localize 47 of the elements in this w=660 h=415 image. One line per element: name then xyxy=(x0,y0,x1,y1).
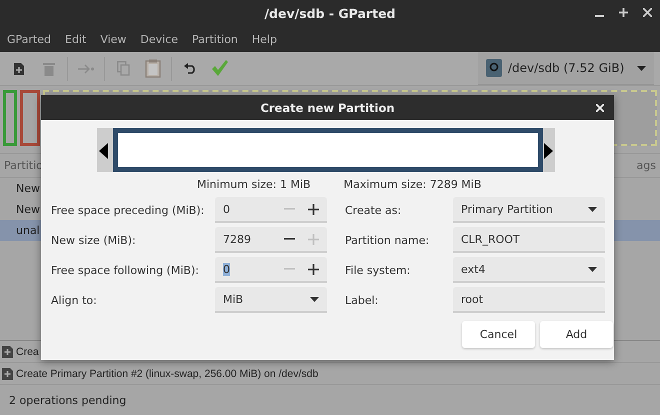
plus-icon[interactable] xyxy=(308,204,319,214)
field-label: Align to: xyxy=(51,294,98,306)
spin-field[interactable]: 7289 xyxy=(215,227,327,253)
checkmark-icon[interactable] xyxy=(211,60,229,77)
field-label: Label: xyxy=(345,294,380,306)
dropdown[interactable]: ext4 xyxy=(453,257,605,283)
left-handle-icon[interactable] xyxy=(99,143,108,159)
minus-icon[interactable] xyxy=(284,238,295,240)
dialog-button[interactable]: Add xyxy=(540,321,613,348)
close-icon[interactable] xyxy=(643,8,652,17)
undo-icon[interactable] xyxy=(184,63,196,74)
menu-item[interactable]: View xyxy=(93,33,134,46)
menu-item[interactable]: GParted xyxy=(0,33,58,46)
maximum-size-text: Maximum size: 7289 MiB xyxy=(344,178,482,191)
input-field[interactable]: CLR_ROOT xyxy=(453,227,605,253)
dropdown[interactable]: Primary Partition xyxy=(453,197,605,223)
field-label: New size (MiB): xyxy=(51,234,137,246)
field-label: Free space preceding (MiB): xyxy=(51,204,206,216)
partition-name: unal xyxy=(16,224,40,237)
spin-field[interactable]: 0 xyxy=(215,197,327,223)
operation-text: Crea xyxy=(16,346,39,358)
new-document-icon[interactable] xyxy=(13,62,25,76)
menu-item[interactable]: Partition xyxy=(185,33,245,46)
status-text: 2 operations pending xyxy=(9,394,126,406)
dropdown[interactable]: MiB xyxy=(215,287,327,313)
field-label: Free space following (MiB): xyxy=(51,264,200,276)
plus-icon[interactable] xyxy=(308,264,319,274)
caret-icon xyxy=(310,296,319,302)
window-title: /dev/sdb - GParted xyxy=(264,6,396,21)
caret-icon xyxy=(637,66,646,70)
caret-icon xyxy=(588,266,597,272)
device-selector[interactable]: /dev/sdb (7.52 GiB) xyxy=(478,52,654,85)
menu-item[interactable]: Edit xyxy=(58,33,94,46)
field-label: Create as: xyxy=(345,204,402,216)
maximize-icon[interactable] xyxy=(619,8,628,17)
input-field[interactable]: root xyxy=(453,287,605,313)
spin-field[interactable]: 0 xyxy=(215,257,327,283)
dialog-title: Create new Partition xyxy=(260,100,395,114)
menu-item[interactable]: Device xyxy=(133,33,186,46)
partition-block[interactable] xyxy=(20,90,40,146)
dialog-button[interactable]: Cancel xyxy=(462,321,535,348)
field-label: Partition name: xyxy=(345,234,430,246)
menu-item[interactable]: Help xyxy=(244,33,284,46)
field-label: File system: xyxy=(345,264,412,276)
caret-icon xyxy=(588,206,597,212)
operation-text: Create Primary Partition #2 (linux-swap, 256.00 MiB) on /dev/sdb xyxy=(16,368,318,380)
minimum-size-text: Minimum size: 1 MiB xyxy=(197,178,311,191)
